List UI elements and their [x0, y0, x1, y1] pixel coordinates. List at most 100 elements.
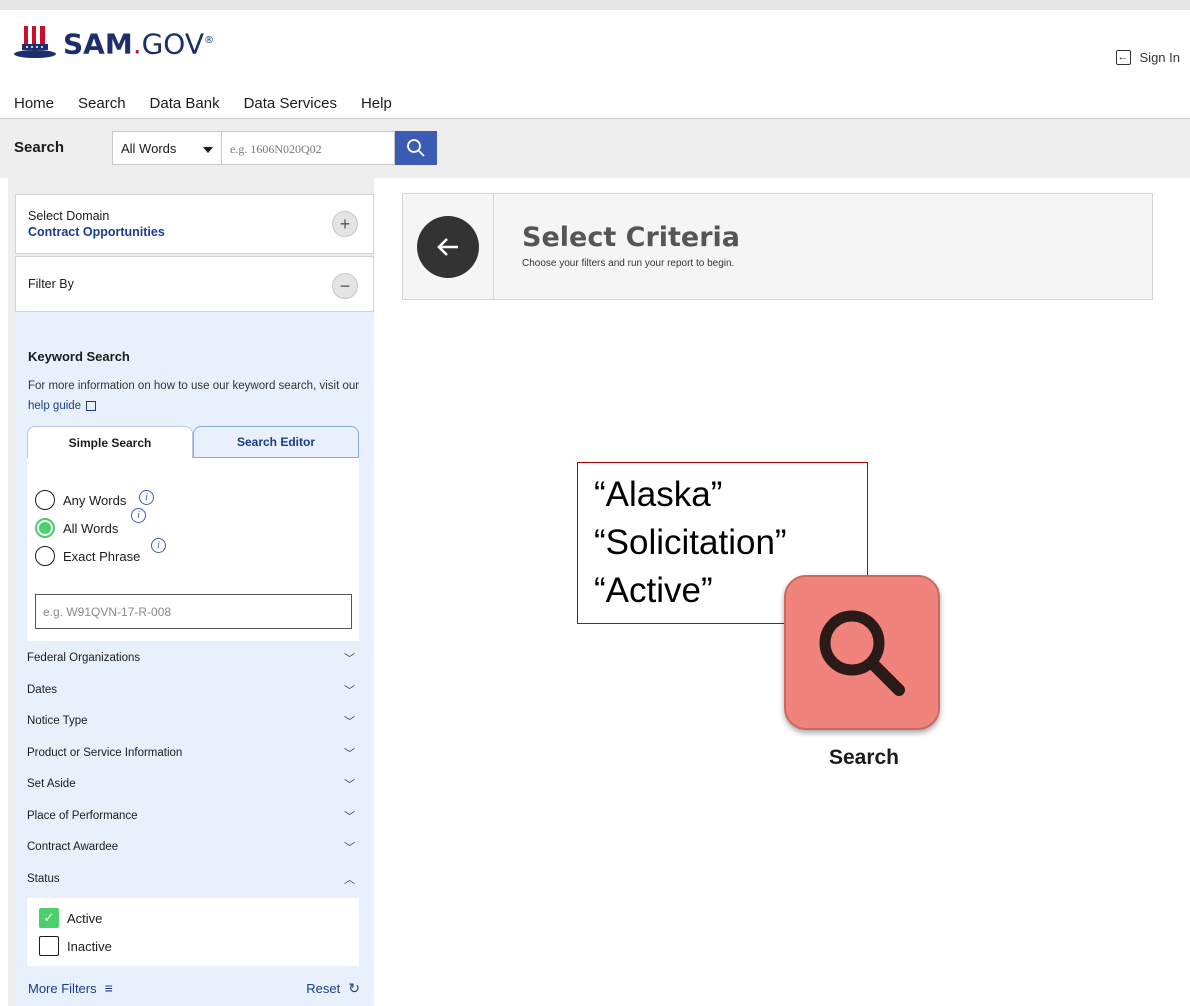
radio-button-selected [35, 518, 55, 538]
refresh-icon: ↻ [348, 980, 360, 996]
domain-value: Contract Opportunities [28, 225, 165, 239]
filter-lines-icon: ≡ [104, 980, 113, 996]
expand-domain-button[interactable]: + [332, 211, 358, 237]
annotation-line: “Alaska” [594, 475, 723, 514]
logo-dot: . [132, 27, 142, 60]
filter-by-panel[interactable]: Filter By − [15, 256, 374, 312]
checkbox-label: Active [67, 910, 103, 926]
accordion-label: Contract Awardee [27, 841, 119, 853]
global-search-bar: Search All Words e.g. 1606N020Q02 [0, 118, 1190, 178]
chevron-down-icon: ﹀ [344, 842, 355, 854]
status-options: ✓ Active Inactive [27, 898, 359, 966]
reset-label: Reset [306, 981, 341, 996]
reset-button[interactable]: Reset ↻ [306, 980, 360, 997]
filter-sidebar: Select Domain Contract Opportunities + F… [8, 178, 374, 1006]
radio-button [35, 490, 55, 510]
simple-search-body: Any Words i All Words i Exact Phrase i e… [27, 458, 359, 641]
annotation-line: “Solicitation” [594, 523, 787, 562]
info-icon[interactable]: i [131, 508, 146, 523]
radio-any-words[interactable]: Any Words [35, 490, 126, 510]
help-guide-link[interactable]: help guide [28, 400, 97, 412]
chevron-up-icon: ︿ [344, 874, 355, 886]
arrow-left-icon [437, 238, 458, 256]
sign-in-label: Sign In [1139, 50, 1180, 65]
info-icon[interactable]: i [139, 490, 154, 505]
search-button[interactable] [395, 131, 437, 165]
accordion-label: Place of Performance [27, 810, 138, 822]
sign-in-link[interactable]: ← Sign In [1115, 50, 1180, 65]
search-app-icon[interactable] [784, 575, 940, 730]
chevron-down-icon: ﹀ [344, 748, 355, 760]
chevron-down-icon: ﹀ [344, 716, 355, 728]
accordion-set-aside[interactable]: Set Aside ﹀ [27, 772, 359, 800]
keyword-tabs: Simple Search Search Editor [27, 426, 359, 458]
radio-all-words[interactable]: All Words [35, 518, 118, 538]
accordion-label: Status [27, 873, 60, 885]
logo-wordmark: SAM.GOV® [63, 25, 214, 60]
keyword-search-description: For more information on how to use our k… [28, 376, 368, 416]
sam-gov-logo[interactable]: SAM.GOV® [13, 24, 214, 60]
accordion-label: Notice Type [27, 715, 88, 727]
search-app-label: Search [828, 746, 900, 769]
search-mode-value: All Words [121, 141, 177, 156]
uncle-sam-hat-icon [13, 24, 57, 60]
minus-icon: − [339, 276, 351, 296]
radio-exact-phrase[interactable]: Exact Phrase [35, 546, 140, 566]
caret-down-icon [203, 147, 213, 153]
more-filters-button[interactable]: More Filters ≡ [28, 980, 113, 996]
radio-label: Exact Phrase [63, 548, 141, 564]
logo-registered: ® [204, 34, 215, 46]
site-header: SAM.GOV® ← Sign In Home Search Data Bank… [0, 0, 1190, 124]
accordion-label: Product or Service Information [27, 747, 183, 759]
accordion-contract-awardee[interactable]: Contract Awardee ﹀ [27, 835, 359, 863]
collapse-filters-button[interactable]: − [332, 273, 358, 299]
checkbox-checked: ✓ [39, 908, 59, 928]
back-arrow-button[interactable] [417, 216, 479, 278]
chevron-down-icon: ﹀ [344, 653, 355, 665]
accordion-label: Federal Organizations [27, 652, 141, 664]
filters-area: Keyword Search For more information on h… [15, 312, 374, 1006]
criteria-title: Select Criteria [522, 222, 741, 253]
tab-simple-search[interactable]: Simple Search [27, 426, 193, 458]
accordion-dates[interactable]: Dates ﹀ [27, 678, 359, 706]
keyword-input[interactable]: e.g. W91QVN-17-R-008 [35, 594, 352, 629]
accordion-label: Set Aside [27, 778, 76, 790]
select-criteria-card: Select Criteria Choose your filters and … [402, 193, 1153, 300]
accordion-status[interactable]: Status ︿ [27, 867, 359, 895]
radio-button [35, 546, 55, 566]
chevron-down-icon: ﹀ [344, 779, 355, 791]
accordion-label: Dates [27, 684, 58, 696]
logo-sam: SAM [63, 27, 133, 60]
chevron-down-icon: ﹀ [344, 685, 355, 697]
tab-search-editor[interactable]: Search Editor [193, 426, 359, 458]
criteria-subtitle: Choose your filters and run your report … [522, 258, 735, 269]
filter-by-title: Filter By [28, 277, 74, 291]
search-input[interactable]: e.g. 1606N020Q02 [222, 131, 395, 165]
accordion-notice-type[interactable]: Notice Type ﹀ [27, 709, 359, 737]
help-guide-label: help guide [28, 400, 82, 412]
search-label: Search [14, 139, 65, 156]
keyword-desc-text: For more information on how to use our k… [28, 380, 360, 392]
logo-gov: GOV [141, 27, 205, 60]
accordion-place-of-performance[interactable]: Place of Performance ﹀ [27, 804, 359, 832]
info-icon[interactable]: i [151, 538, 166, 553]
external-link-icon [86, 400, 97, 411]
radio-label: Any Words [63, 492, 127, 508]
accordion-federal-organizations[interactable]: Federal Organizations ﹀ [27, 646, 359, 674]
plus-icon: + [339, 214, 351, 234]
annotation-line: “Active” [594, 571, 713, 610]
accordion-product-service[interactable]: Product or Service Information ﹀ [27, 741, 359, 769]
sign-in-icon: ← [1115, 50, 1131, 65]
select-domain-panel[interactable]: Select Domain Contract Opportunities + [15, 194, 374, 254]
more-filters-label: More Filters [28, 980, 97, 996]
checkbox-active[interactable]: ✓ Active [39, 908, 102, 928]
checkbox-unchecked [39, 936, 59, 956]
magnifier-icon [819, 610, 905, 696]
criteria-icon-area [403, 194, 494, 299]
chevron-down-icon: ﹀ [344, 811, 355, 823]
domain-title: Select Domain [28, 209, 110, 223]
search-icon [407, 139, 425, 157]
checkbox-inactive[interactable]: Inactive [39, 936, 112, 956]
radio-label: All Words [63, 520, 119, 536]
search-mode-select[interactable]: All Words [112, 131, 222, 165]
